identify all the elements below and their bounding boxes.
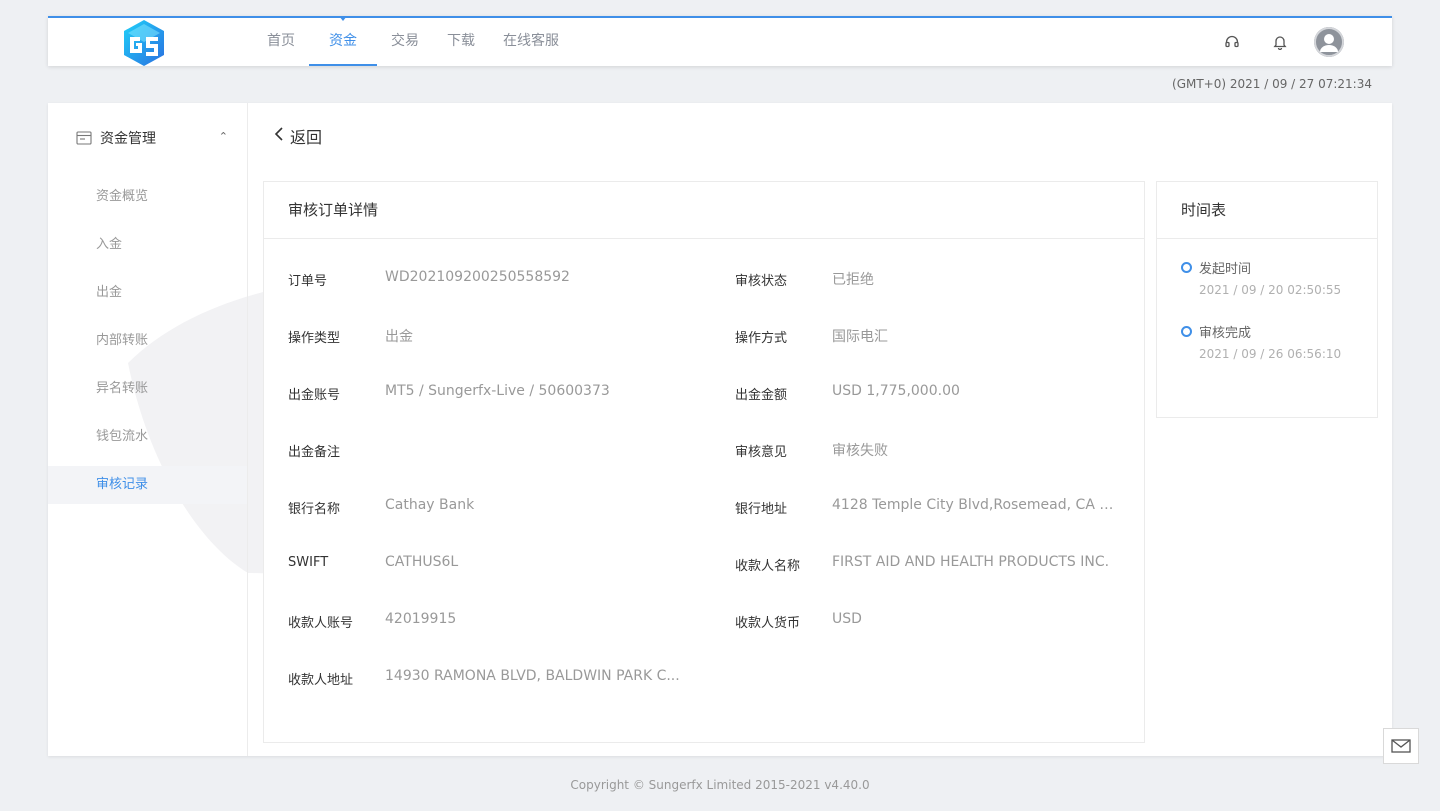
- timeline-event-label: 审核完成: [1199, 326, 1252, 341]
- bell-icon[interactable]: [1264, 26, 1296, 58]
- back-button[interactable]: 返回: [274, 124, 322, 148]
- nav-home[interactable]: 首页: [253, 18, 309, 66]
- field-value-op-type: 出金: [385, 329, 413, 345]
- field-value-bank-address: 4128 Temple City Blvd,Rosemead, CA 917..…: [832, 497, 1122, 513]
- timeline-event-label: 发起时间: [1199, 262, 1252, 277]
- sidebar-item-review-records[interactable]: 审核记录: [48, 466, 247, 504]
- timeline-card: 时间表 发起时间 2021 / 09 / 20 02:50:55 审核完成 20…: [1156, 181, 1378, 418]
- footer-copyright: Copyright © Sungerfx Limited 2015-2021 v…: [570, 778, 870, 792]
- field-value-withdraw-account: MT5 / Sungerfx-Live / 50600373: [385, 383, 610, 399]
- nav-active-caret: [339, 16, 347, 21]
- nav-support[interactable]: 在线客服: [489, 18, 573, 66]
- timeline-dot: [1181, 326, 1192, 337]
- field-label-op-method: 操作方式: [735, 331, 788, 346]
- sidebar-section-label: 资金管理: [100, 131, 156, 147]
- order-details-title: 审核订单详情: [264, 182, 1144, 239]
- sidebar-item-internal-transfer[interactable]: 内部转账: [48, 322, 247, 360]
- timeline-event-time: 2021 / 09 / 20 02:50:55: [1199, 283, 1342, 297]
- nav-funds[interactable]: 资金: [309, 16, 377, 66]
- mail-icon[interactable]: [1383, 728, 1419, 764]
- field-value-review-status: 已拒绝: [832, 272, 874, 288]
- field-value-swift: CATHUS6L: [385, 554, 459, 570]
- sidebar-item-overview[interactable]: 资金概览: [48, 178, 247, 216]
- avatar-icon[interactable]: [1314, 27, 1344, 57]
- chevron-left-icon: [274, 127, 284, 145]
- order-details-card: 审核订单详情 订单号 WD202109200250558592 操作类型 出金 …: [263, 181, 1145, 743]
- header-actions: [1200, 26, 1344, 58]
- field-label-swift: SWIFT: [288, 555, 329, 570]
- field-label-payee-name: 收款人名称: [735, 559, 801, 574]
- sidebar-item-thirdparty-transfer[interactable]: 异名转账: [48, 370, 247, 408]
- field-value-order-no: WD202109200250558592: [385, 269, 570, 285]
- field-label-order-no: 订单号: [288, 274, 328, 289]
- field-label-withdraw-account: 出金账号: [288, 388, 341, 403]
- field-label-payee-account: 收款人账号: [288, 616, 354, 631]
- chevron-up-icon[interactable]: ⌃: [219, 130, 228, 143]
- brand-logo[interactable]: [118, 18, 170, 68]
- sidebar-item-withdraw[interactable]: 出金: [48, 274, 247, 312]
- field-value-op-method: 国际电汇: [832, 329, 888, 345]
- sidebar-section-funds[interactable]: 资金管理 ⌃: [76, 127, 236, 149]
- nav-trade[interactable]: 交易: [377, 18, 433, 66]
- headset-icon[interactable]: [1216, 26, 1248, 58]
- main-nav: 首页 资金 交易 下载 在线客服: [253, 16, 573, 66]
- field-value-withdraw-amount: USD 1,775,000.00: [832, 383, 960, 399]
- nav-funds-label: 资金: [329, 33, 357, 49]
- field-label-withdraw-amount: 出金金额: [735, 388, 788, 403]
- field-label-bank-address: 银行地址: [735, 502, 788, 517]
- field-value-review-opinion: 审核失败: [832, 443, 888, 459]
- field-value-payee-name: FIRST AID AND HEALTH PRODUCTS INC.: [832, 554, 1110, 570]
- top-header: 首页 资金 交易 下载 在线客服: [48, 16, 1392, 66]
- timeline-event-time: 2021 / 09 / 26 06:56:10: [1199, 347, 1342, 361]
- sidebar-item-wallet-history[interactable]: 钱包流水: [48, 418, 247, 456]
- field-label-review-opinion: 审核意见: [735, 445, 788, 460]
- sidebar: 资金管理 ⌃ 资金概览 入金 出金 内部转账 异名转账 钱包流水 审核记录: [48, 103, 248, 756]
- timeline-dot: [1181, 262, 1192, 273]
- server-clock: (GMT+0) 2021 / 09 / 27 07:21:34: [1172, 77, 1372, 91]
- timeline-title: 时间表: [1157, 182, 1377, 239]
- field-label-review-status: 审核状态: [735, 274, 788, 289]
- field-label-op-type: 操作类型: [288, 331, 341, 346]
- sidebar-item-deposit[interactable]: 入金: [48, 226, 247, 264]
- wallet-icon: [76, 131, 92, 145]
- field-value-payee-address: 14930 RAMONA BLVD, BALDWIN PARK C...: [385, 668, 680, 684]
- field-value-payee-currency: USD: [832, 611, 862, 627]
- nav-download[interactable]: 下载: [433, 18, 489, 66]
- field-label-payee-address: 收款人地址: [288, 673, 354, 688]
- field-label-payee-currency: 收款人货币: [735, 616, 801, 631]
- field-label-bank-name: 银行名称: [288, 502, 341, 517]
- field-value-bank-name: Cathay Bank: [385, 497, 475, 513]
- back-label: 返回: [290, 128, 323, 147]
- field-label-withdraw-note: 出金备注: [288, 445, 341, 460]
- field-value-payee-account: 42019915: [385, 611, 457, 627]
- main-panel: 资金管理 ⌃ 资金概览 入金 出金 内部转账 异名转账 钱包流水 审核记录 返回…: [48, 103, 1392, 756]
